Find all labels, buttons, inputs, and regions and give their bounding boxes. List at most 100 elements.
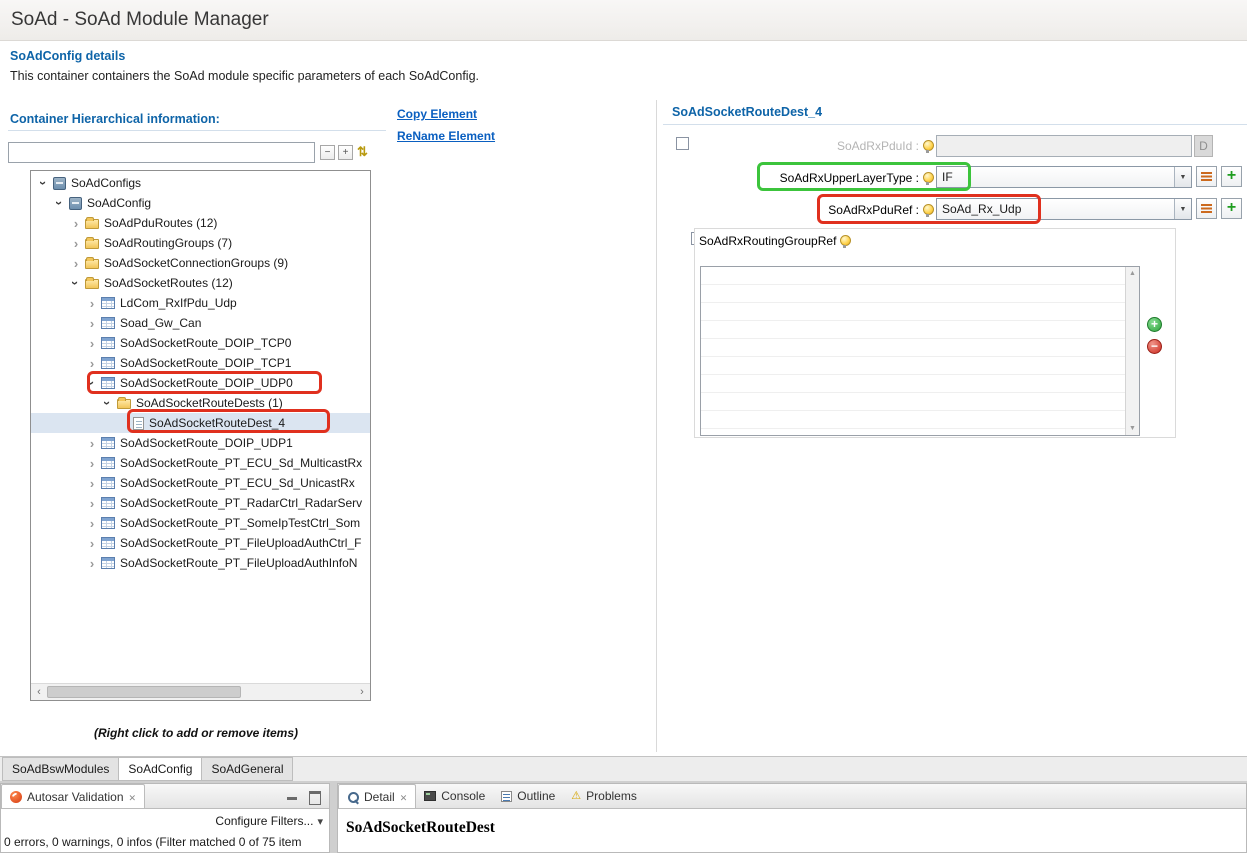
folder-icon — [85, 219, 99, 229]
tab-label: Problems — [586, 789, 637, 803]
tree-item-socketroutes[interactable]: SoAdSocketRoutes (12) — [31, 273, 370, 293]
tree-item-doip-udp1[interactable]: SoAdSocketRoute_DOIP_UDP1 — [31, 433, 370, 453]
lightbulb-icon — [923, 140, 932, 153]
expander-icon[interactable] — [53, 196, 67, 210]
pduid-checkbox[interactable] — [676, 137, 689, 150]
pduref-combobox[interactable]: SoAd_Rx_Udp — [936, 198, 1192, 220]
tab-console[interactable]: Console — [416, 784, 493, 808]
upperlayertype-list-button[interactable] — [1196, 166, 1217, 187]
chevron-down-icon[interactable] — [1174, 167, 1191, 187]
table-icon — [101, 477, 115, 489]
tab-detail[interactable]: Detail — [338, 784, 416, 808]
tree-item-fileuploadauthinfo[interactable]: SoAdSocketRoute_PT_FileUploadAuthInfoN — [31, 553, 370, 573]
copy-element-link[interactable]: Copy Element — [397, 107, 477, 121]
tab-soadgeneral[interactable]: SoAdGeneral — [202, 757, 293, 781]
expander-icon[interactable] — [85, 336, 99, 350]
tree-item-pduroutes[interactable]: SoAdPduRoutes (12) — [31, 213, 370, 233]
upperlayertype-value: IF — [937, 170, 1174, 184]
list-vertical-scrollbar[interactable] — [1125, 267, 1139, 435]
detail-content-title: SoAdSocketRouteDest — [338, 809, 1246, 837]
configure-filters-row: Configure Filters... — [1, 809, 329, 833]
pduid-input[interactable] — [936, 135, 1192, 157]
tree-item-someiptestctrl[interactable]: SoAdSocketRoute_PT_SomeIpTestCtrl_Som — [31, 513, 370, 533]
tree-item-ecu-sd-multicastrx[interactable]: SoAdSocketRoute_PT_ECU_Sd_MulticastRx — [31, 453, 370, 473]
collapse-all-icon[interactable] — [320, 145, 335, 160]
scroll-up-icon[interactable] — [1126, 267, 1139, 280]
tree-item-routinggroups[interactable]: SoAdRoutingGroups (7) — [31, 233, 370, 253]
expander-icon[interactable] — [85, 556, 99, 570]
pduid-label-row: SoAdRxPduId : — [690, 135, 934, 157]
upperlayertype-combobox[interactable]: IF — [936, 166, 1192, 188]
close-icon[interactable] — [129, 790, 137, 804]
expander-icon[interactable] — [85, 356, 99, 370]
tree-item-socketroutedests[interactable]: SoAdSocketRouteDests (1) — [31, 393, 370, 413]
pduref-add-button[interactable] — [1221, 198, 1242, 219]
problems-icon — [571, 791, 581, 802]
container-tree[interactable]: SoAdConfigs SoAdConfig SoAdPduRoutes (12… — [30, 170, 371, 701]
table-icon — [101, 537, 115, 549]
lightbulb-icon — [840, 235, 849, 248]
upperlayertype-add-button[interactable] — [1221, 166, 1242, 187]
expander-icon[interactable] — [85, 536, 99, 550]
tree-item-soadconfig[interactable]: SoAdConfig — [31, 193, 370, 213]
expand-all-icon[interactable] — [338, 145, 353, 160]
expander-icon[interactable] — [85, 496, 99, 510]
tree-item-fileuploadauthctrl[interactable]: SoAdSocketRoute_PT_FileUploadAuthCtrl_F — [31, 533, 370, 553]
rename-element-link[interactable]: ReName Element — [397, 129, 495, 143]
table-icon — [101, 497, 115, 509]
tab-autosar-validation[interactable]: Autosar Validation — [1, 784, 145, 808]
pduid-default-button[interactable]: D — [1194, 135, 1213, 157]
sort-filter-icon[interactable] — [355, 144, 370, 159]
expander-icon[interactable] — [85, 376, 99, 390]
expander-icon[interactable] — [85, 436, 99, 450]
tree-item-ldcom-rxifpdu-udp[interactable]: LdCom_RxIfPdu_Udp — [31, 293, 370, 313]
scrollbar-thumb[interactable] — [47, 686, 241, 698]
expander-icon[interactable] — [85, 476, 99, 490]
section-separator — [663, 124, 1247, 125]
remove-reference-button[interactable] — [1147, 339, 1162, 354]
module-icon — [69, 197, 82, 210]
expander-icon[interactable] — [37, 176, 51, 190]
tree-item-socketconnectiongroups[interactable]: SoAdSocketConnectionGroups (9) — [31, 253, 370, 273]
scroll-right-icon[interactable] — [354, 684, 370, 700]
tree-rows: SoAdConfigs SoAdConfig SoAdPduRoutes (12… — [31, 173, 370, 573]
scroll-down-icon[interactable] — [1126, 422, 1139, 435]
tree-item-socketroutedest-4[interactable]: SoAdSocketRouteDest_4 — [31, 413, 370, 433]
expander-icon[interactable] — [85, 516, 99, 530]
expander-icon[interactable] — [101, 396, 115, 410]
configure-filters-button[interactable]: Configure Filters... — [215, 814, 313, 828]
tab-problems[interactable]: Problems — [563, 784, 645, 808]
tree-item-ecu-sd-unicastrx[interactable]: SoAdSocketRoute_PT_ECU_Sd_UnicastRx — [31, 473, 370, 493]
validation-tabbar: Autosar Validation — [1, 784, 329, 809]
add-reference-button[interactable] — [1147, 317, 1162, 332]
routinggroupref-list[interactable] — [700, 266, 1140, 436]
expander-icon[interactable] — [69, 236, 83, 250]
tab-soadconfig[interactable]: SoAdConfig — [119, 757, 202, 781]
soadconfig-details-description: This container containers the SoAd modul… — [10, 69, 479, 83]
tab-label: Detail — [364, 790, 395, 804]
scroll-left-icon[interactable] — [31, 684, 47, 700]
maximize-icon[interactable] — [307, 790, 321, 802]
tree-item-doip-udp0[interactable]: SoAdSocketRoute_DOIP_UDP0 — [31, 373, 370, 393]
expander-icon[interactable] — [69, 216, 83, 230]
expander-icon[interactable] — [69, 256, 83, 270]
filters-dropdown-icon[interactable] — [317, 814, 323, 828]
chevron-down-icon[interactable] — [1174, 199, 1191, 219]
expander-icon[interactable] — [85, 296, 99, 310]
tree-horizontal-scrollbar[interactable] — [31, 683, 370, 700]
expander-icon[interactable] — [85, 456, 99, 470]
tree-item-doip-tcp1[interactable]: SoAdSocketRoute_DOIP_TCP1 — [31, 353, 370, 373]
expander-icon[interactable] — [69, 276, 83, 290]
expander-icon[interactable] — [85, 316, 99, 330]
tree-item-soad-gw-can[interactable]: Soad_Gw_Can — [31, 313, 370, 333]
tree-item-soadconfigs[interactable]: SoAdConfigs — [31, 173, 370, 193]
tab-outline[interactable]: Outline — [493, 784, 563, 808]
tree-item-radarctrl[interactable]: SoAdSocketRoute_PT_RadarCtrl_RadarServ — [31, 493, 370, 513]
tab-soadbswmodules[interactable]: SoAdBswModules — [2, 757, 119, 781]
tree-item-doip-tcp0[interactable]: SoAdSocketRoute_DOIP_TCP0 — [31, 333, 370, 353]
close-icon[interactable] — [400, 790, 408, 804]
tree-search-input[interactable] — [8, 142, 315, 163]
minimize-icon[interactable] — [285, 790, 299, 802]
list-icon — [1201, 172, 1212, 181]
pduref-list-button[interactable] — [1196, 198, 1217, 219]
